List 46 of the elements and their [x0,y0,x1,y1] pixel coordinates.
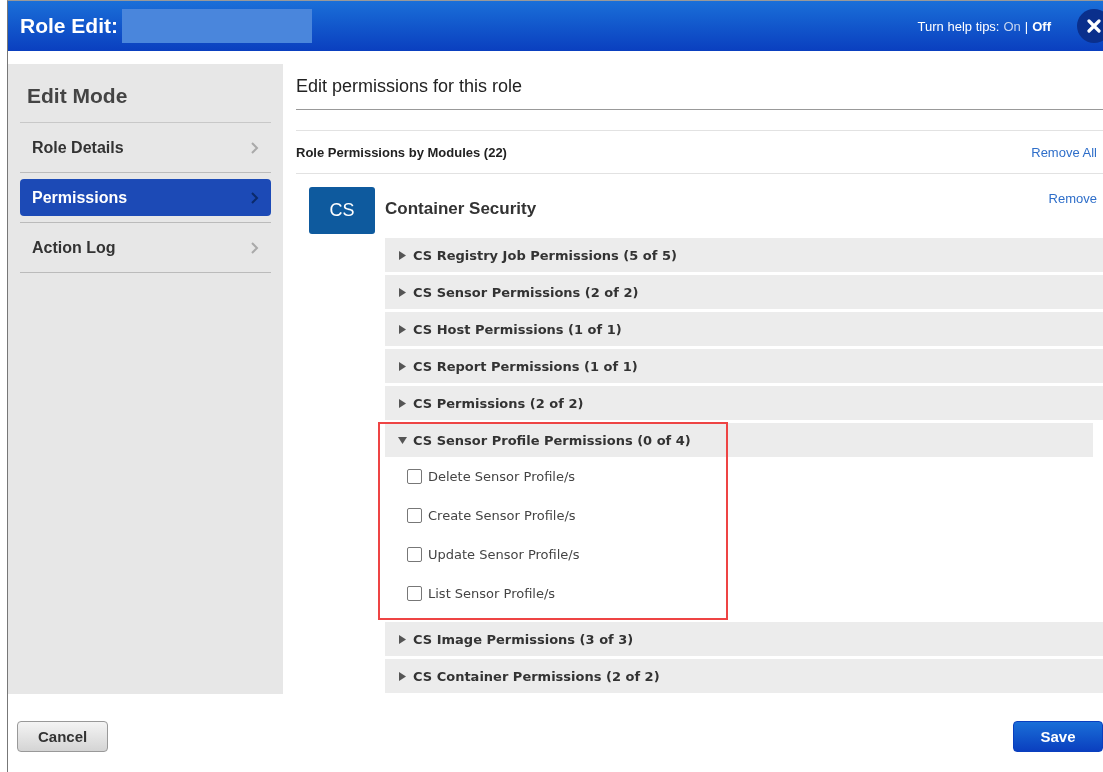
cancel-button[interactable]: Cancel [17,720,109,752]
chevron-icon [250,190,259,205]
module-badge: CS [309,187,375,234]
checkbox[interactable] [407,469,422,484]
checkbox[interactable] [407,547,422,562]
window-title: Role Edit: [20,14,118,38]
triangle-right-icon [398,324,407,334]
triangle-right-icon [398,634,407,644]
help-tips-label: Turn help tips: [917,18,1000,34]
separator-text: | [1024,18,1029,34]
permission-group-header[interactable]: CS Host Permissions (1 of 1) [385,312,1103,346]
remove-link[interactable]: Remove [1048,191,1097,206]
permission-label: Delete Sensor Profile/s [428,469,576,484]
permission-group-header[interactable]: CS Permissions (2 of 2) [385,386,1103,420]
triangle-right-icon [398,250,407,260]
chevron-icon [250,140,259,155]
help-tips-option[interactable]: On [1003,18,1021,34]
triangle-right-icon [398,361,407,371]
close-button[interactable] [1077,9,1103,43]
remove-all-link[interactable]: Remove All [1031,144,1097,160]
permission-group-header[interactable]: CS Sensor Profile Permissions (0 of 4) [385,423,1093,457]
checkbox[interactable] [407,508,422,523]
permission-group-header[interactable]: CS Sensor Permissions (2 of 2) [385,275,1103,309]
permission-label: Update Sensor Profile/s [428,547,580,562]
sidebar-item[interactable]: Permissions [20,179,271,216]
sidebar-item[interactable]: Role Details [20,129,271,166]
permission-group-header[interactable]: CS Report Permissions (1 of 1) [385,349,1103,383]
chevron-icon [250,240,259,255]
help-tips-option[interactable]: Off [1032,18,1051,34]
close-icon [1087,19,1101,33]
modules-heading: Role Permissions by Modules (22) [296,144,507,160]
sidebar-heading: Edit Mode [20,82,271,123]
sidebar-item[interactable]: Action Log [20,229,271,266]
permission-group-header[interactable]: CS Registry Job Permissions (5 of 5) [385,238,1103,272]
save-button[interactable]: Save [1013,720,1103,752]
triangle-right-icon [398,671,407,681]
module-name: Container Security [385,199,537,219]
triangle-down-icon [398,435,407,445]
triangle-right-icon [398,287,407,297]
permission-group-header[interactable]: CS Container Permissions (2 of 2) [385,659,1103,693]
section-title: Edit permissions for this role [296,76,1103,110]
permission-group-header[interactable]: CS Image Permissions (3 of 3) [385,622,1103,656]
permission-label: Create Sensor Profile/s [428,508,576,523]
triangle-right-icon [398,398,407,408]
permission-label: List Sensor Profile/s [428,586,556,601]
checkbox[interactable] [407,586,422,601]
